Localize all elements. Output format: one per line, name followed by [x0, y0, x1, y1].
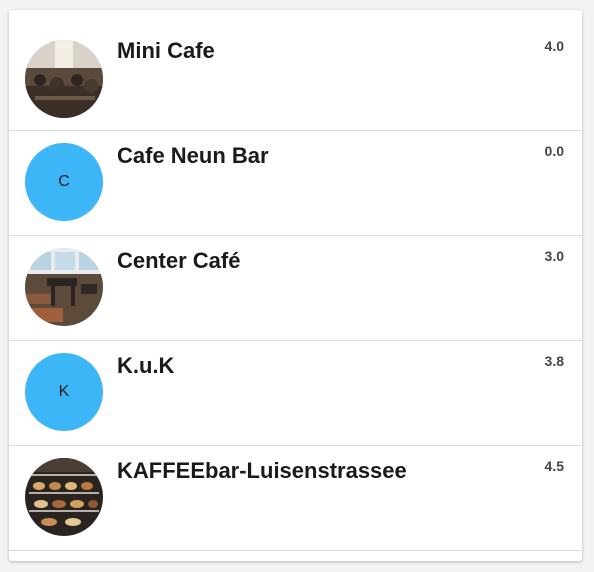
place-rating: 0.0	[544, 143, 564, 159]
place-name: Center Café	[117, 248, 241, 273]
letter-avatar: K	[25, 353, 103, 431]
places-list-card: Mini Cafe 4.0 C Cafe Neun Bar 0.0 Center…	[9, 10, 582, 561]
list-item-mini-cafe[interactable]: Mini Cafe 4.0	[9, 10, 582, 131]
list-item-kuk[interactable]: K K.u.K 3.8	[9, 341, 582, 446]
place-rating: 4.5	[544, 458, 564, 474]
place-name: Mini Cafe	[117, 38, 215, 63]
place-name: K.u.K	[117, 353, 175, 378]
place-name: Cafe Neun Bar	[117, 143, 269, 168]
list-item-center-cafe[interactable]: Center Café 3.0	[9, 236, 582, 341]
place-rating: 3.0	[544, 248, 564, 264]
cafe-interior-photo-icon	[25, 248, 103, 326]
place-rating: 3.8	[544, 353, 564, 369]
list-item-cafe-neun-bar[interactable]: C Cafe Neun Bar 0.0	[9, 131, 582, 236]
cafe-terrace-photo-icon	[25, 40, 103, 118]
letter-avatar: C	[25, 143, 103, 221]
list-item-kaffeebar-luisenstrassee[interactable]: KAFFEEbar-Luisenstrassee 4.5	[9, 446, 582, 551]
pastry-display-photo-icon	[25, 458, 103, 536]
place-rating: 4.0	[544, 38, 564, 54]
place-name: KAFFEEbar-Luisenstrassee	[117, 458, 407, 483]
